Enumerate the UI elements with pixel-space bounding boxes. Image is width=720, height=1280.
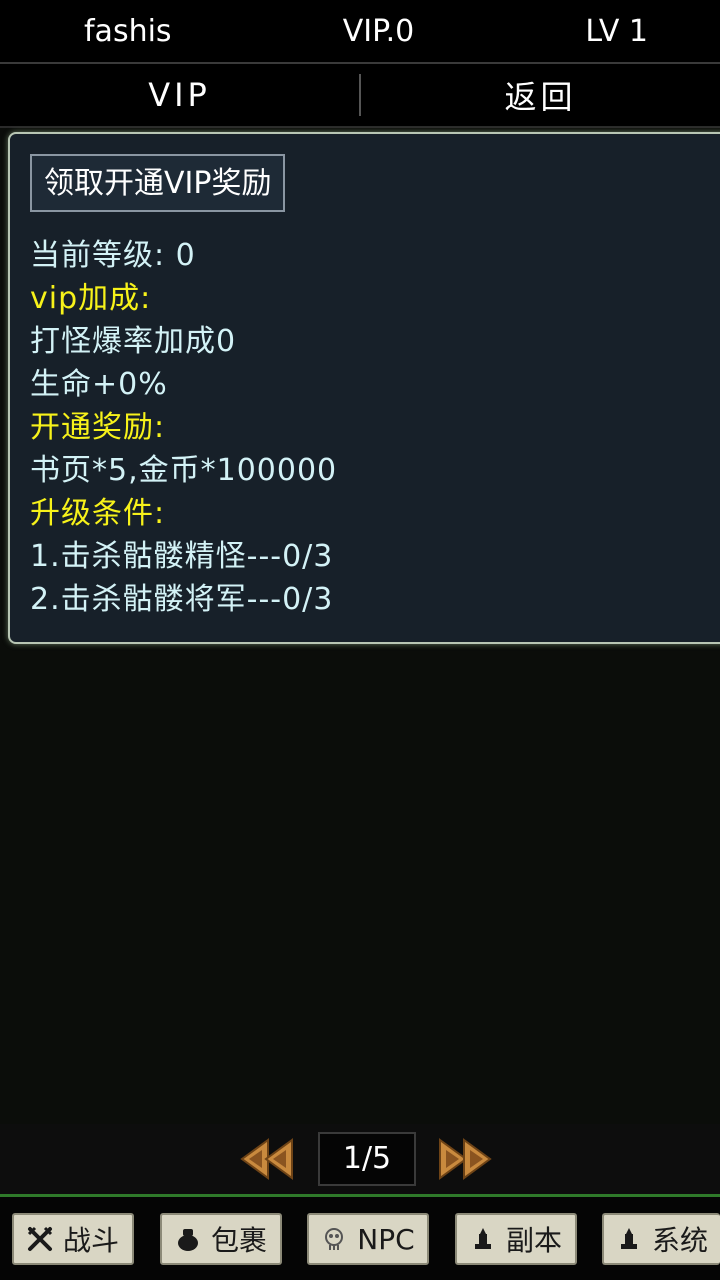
double-arrow-left-icon[interactable]: [240, 1136, 294, 1182]
vip-bonus-heading: vip加成:: [30, 281, 152, 316]
back-button[interactable]: 返回: [361, 72, 720, 118]
tower-icon: [474, 1228, 491, 1249]
dungeon-label: 副本: [505, 1224, 562, 1257]
double-arrow-right-icon[interactable]: [438, 1136, 492, 1182]
status-bar: fashis VIP.0 LV 1: [0, 0, 720, 64]
tower-icon: [620, 1228, 637, 1249]
dungeon-button[interactable]: 副本: [455, 1213, 577, 1265]
npc-button[interactable]: NPC: [307, 1213, 429, 1265]
bag-label: 包裹: [210, 1224, 267, 1257]
system-button[interactable]: 系统: [602, 1213, 720, 1265]
npc-label: NPC: [357, 1222, 415, 1256]
activation-reward-line: 书页*5,金币*100000: [30, 453, 338, 488]
page-indicator: 1/5: [318, 1132, 416, 1186]
vip-info-lines: 当前等级: 0 vip加成: 打怪爆率加成0 生命+0% 开通奖励: 书页*5,…: [30, 234, 720, 621]
bag-button[interactable]: 包裹: [160, 1213, 282, 1265]
system-label: 系统: [651, 1224, 708, 1257]
tab-vip[interactable]: VIP: [0, 76, 359, 114]
bag-icon: [177, 1229, 198, 1251]
hp-bonus-line: 生命+0%: [30, 367, 168, 402]
battle-button[interactable]: 战斗: [12, 1213, 134, 1265]
vip-level: VIP.0: [342, 13, 415, 49]
player-level: LV 1: [585, 13, 648, 49]
pager: 1/5: [0, 1124, 720, 1194]
upgrade-condition-1: 1.击杀骷髅精怪---0/3: [30, 539, 334, 574]
bottom-nav: 战斗 包裹 NPC 副本 系统: [0, 1197, 720, 1280]
upgrade-condition-heading: 升级条件:: [30, 496, 166, 531]
current-level-line: 当前等级: 0: [30, 238, 196, 273]
nav-bar: VIP 返回: [0, 64, 720, 128]
player-name: fashis: [84, 13, 172, 49]
activation-reward-heading: 开通奖励:: [30, 410, 166, 445]
drop-rate-bonus-line: 打怪爆率加成0: [30, 324, 237, 359]
upgrade-condition-2: 2.击杀骷髅将军---0/3: [30, 582, 334, 617]
vip-info-panel: 领取开通VIP奖励 当前等级: 0 vip加成: 打怪爆率加成0 生命+0% 开…: [8, 132, 720, 644]
skull-icon: [325, 1228, 344, 1250]
battle-label: 战斗: [62, 1224, 119, 1257]
crossed-swords-icon: [27, 1226, 53, 1251]
claim-vip-reward-button[interactable]: 领取开通VIP奖励: [30, 154, 286, 212]
